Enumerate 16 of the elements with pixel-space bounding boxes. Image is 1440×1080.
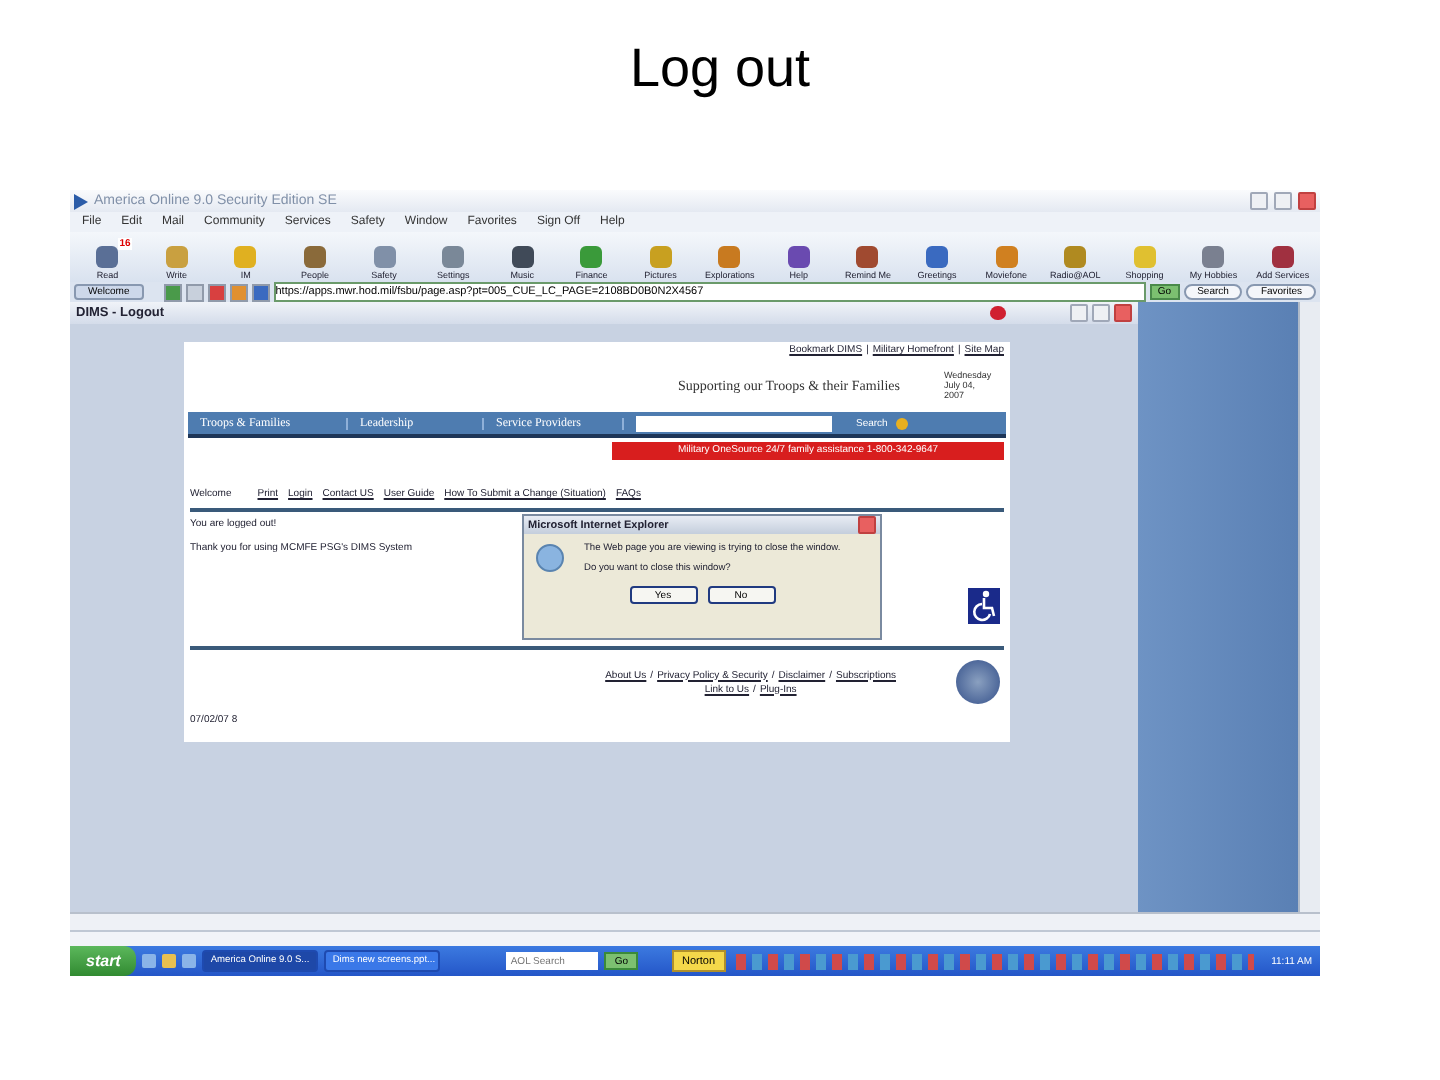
scroll-bar[interactable] [1298, 302, 1320, 912]
forward-icon[interactable] [185, 283, 204, 301]
close-button[interactable] [1114, 304, 1133, 322]
slide-title: Log out [629, 36, 811, 100]
refresh-icon[interactable] [229, 283, 248, 301]
home-icon[interactable] [251, 283, 270, 301]
seal-icon [956, 660, 1000, 704]
search-field[interactable] [636, 415, 832, 431]
back-icon[interactable] [163, 283, 182, 301]
scroll-bar[interactable] [70, 930, 1320, 946]
minimize-button[interactable] [1250, 192, 1268, 210]
wheelchair-icon[interactable] [968, 588, 1000, 624]
maximize-button[interactable] [1274, 192, 1292, 210]
stop-icon[interactable] [207, 283, 226, 301]
minimize-button[interactable] [1070, 304, 1089, 322]
maximize-button[interactable] [1092, 304, 1111, 322]
